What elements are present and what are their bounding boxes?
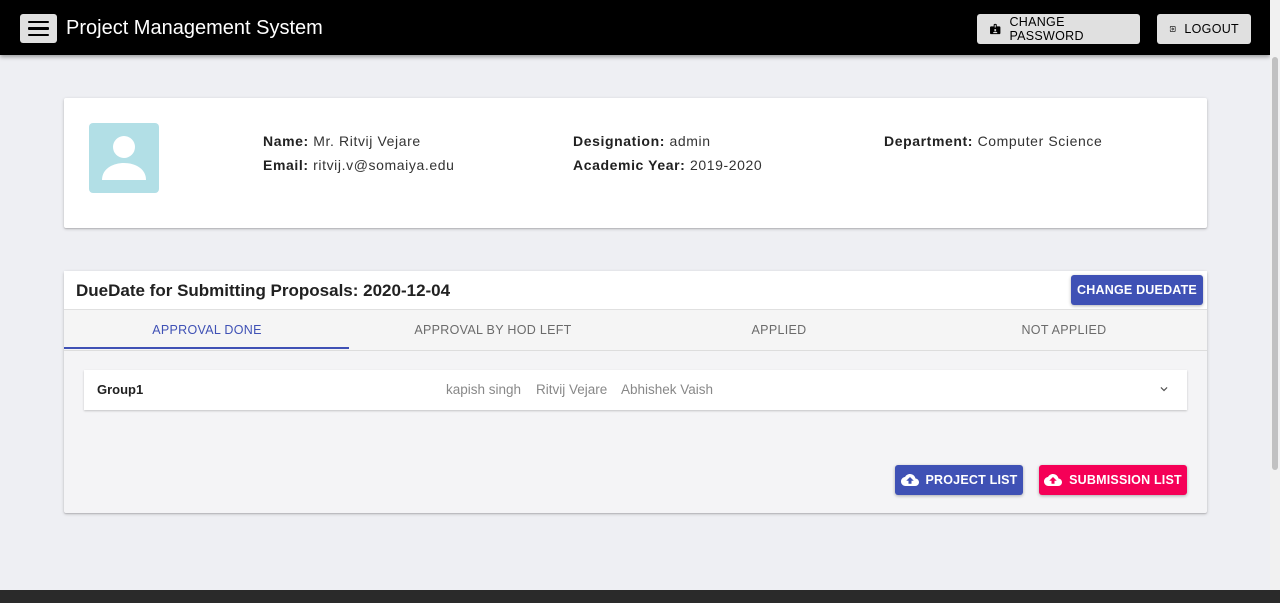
exit-icon — [1169, 26, 1176, 32]
logout-label: LOGOUT — [1184, 22, 1239, 36]
academic-year-label: Academic Year: — [573, 157, 686, 173]
group-member: Abhishek Vaish — [621, 382, 714, 397]
submission-list-button[interactable]: SUBMISSION LIST — [1039, 465, 1187, 495]
designation-field: Designation: admin — [573, 133, 711, 149]
academic-year-value: 2019-2020 — [689, 157, 763, 173]
name-value: Mr. Ritvij Vejare — [313, 133, 421, 149]
email-value: ritvij.v@somaiya.edu — [313, 157, 455, 173]
footer-bar — [0, 590, 1280, 603]
group-member: Ritvij Vejare — [536, 382, 608, 397]
menu-button[interactable] — [20, 14, 57, 43]
submission-list-label: SUBMISSION LIST — [1069, 473, 1182, 487]
designation-value: admin — [669, 133, 711, 149]
tab-approval-by-hod-left[interactable]: APPROVAL BY HOD LEFT — [350, 310, 636, 350]
department-value: Computer Science — [977, 133, 1103, 149]
tab-approval-done[interactable]: APPROVAL DONE — [64, 310, 350, 350]
change-password-label: CHANGE PASSWORD — [1009, 15, 1084, 43]
profile-card: Name: Mr. Ritvij Vejare Email: ritvij.v@… — [64, 98, 1207, 228]
chevron-down-icon[interactable] — [1157, 382, 1171, 396]
person-icon — [102, 136, 146, 180]
tab-indicator — [64, 347, 349, 349]
group-row[interactable]: Group1 kapish singh Ritvij Vejare Abhish… — [84, 370, 1187, 410]
avatar — [89, 123, 159, 193]
scrollbar-thumb[interactable] — [1272, 57, 1278, 470]
project-list-button[interactable]: PROJECT LIST — [895, 465, 1023, 495]
email-field: Email: ritvij.v@somaiya.edu — [263, 157, 455, 173]
proposals-card: DueDate for Submitting Proposals: 2020-1… — [64, 271, 1207, 513]
group-member: kapish singh — [446, 382, 522, 397]
change-password-button[interactable]: CHANGE PASSWORD — [977, 14, 1140, 44]
department-label: Department: — [884, 133, 974, 149]
change-duedate-button[interactable]: CHANGE DUEDATE — [1071, 275, 1203, 305]
group-name: Group1 — [97, 382, 144, 397]
card-header: DueDate for Submitting Proposals: 2020-1… — [64, 271, 1207, 310]
department-field: Department: Computer Science — [884, 133, 1102, 149]
logout-button[interactable]: LOGOUT — [1157, 14, 1251, 44]
academic-year-field: Academic Year: 2019-2020 — [573, 157, 762, 173]
name-label: Name: — [263, 133, 309, 149]
app-title: Project Management System — [66, 17, 323, 39]
name-field: Name: Mr. Ritvij Vejare — [263, 133, 421, 149]
tab-not-applied[interactable]: NOT APPLIED — [921, 310, 1207, 350]
cloud-upload-icon — [1044, 474, 1063, 486]
designation-label: Designation: — [573, 133, 665, 149]
app-bar: Project Management System CHANGE PASSWOR… — [0, 0, 1270, 55]
tab-applied[interactable]: APPLIED — [636, 310, 922, 350]
cloud-upload-icon — [900, 474, 919, 486]
badge-icon — [990, 23, 1001, 35]
hamburger-icon — [28, 20, 49, 24]
email-label: Email: — [263, 157, 309, 173]
due-date-title: DueDate for Submitting Proposals: 2020-1… — [76, 281, 451, 300]
status-tabs: APPROVAL DONE APPROVAL BY HOD LEFT APPLI… — [64, 310, 1207, 351]
project-list-label: PROJECT LIST — [925, 473, 1018, 487]
